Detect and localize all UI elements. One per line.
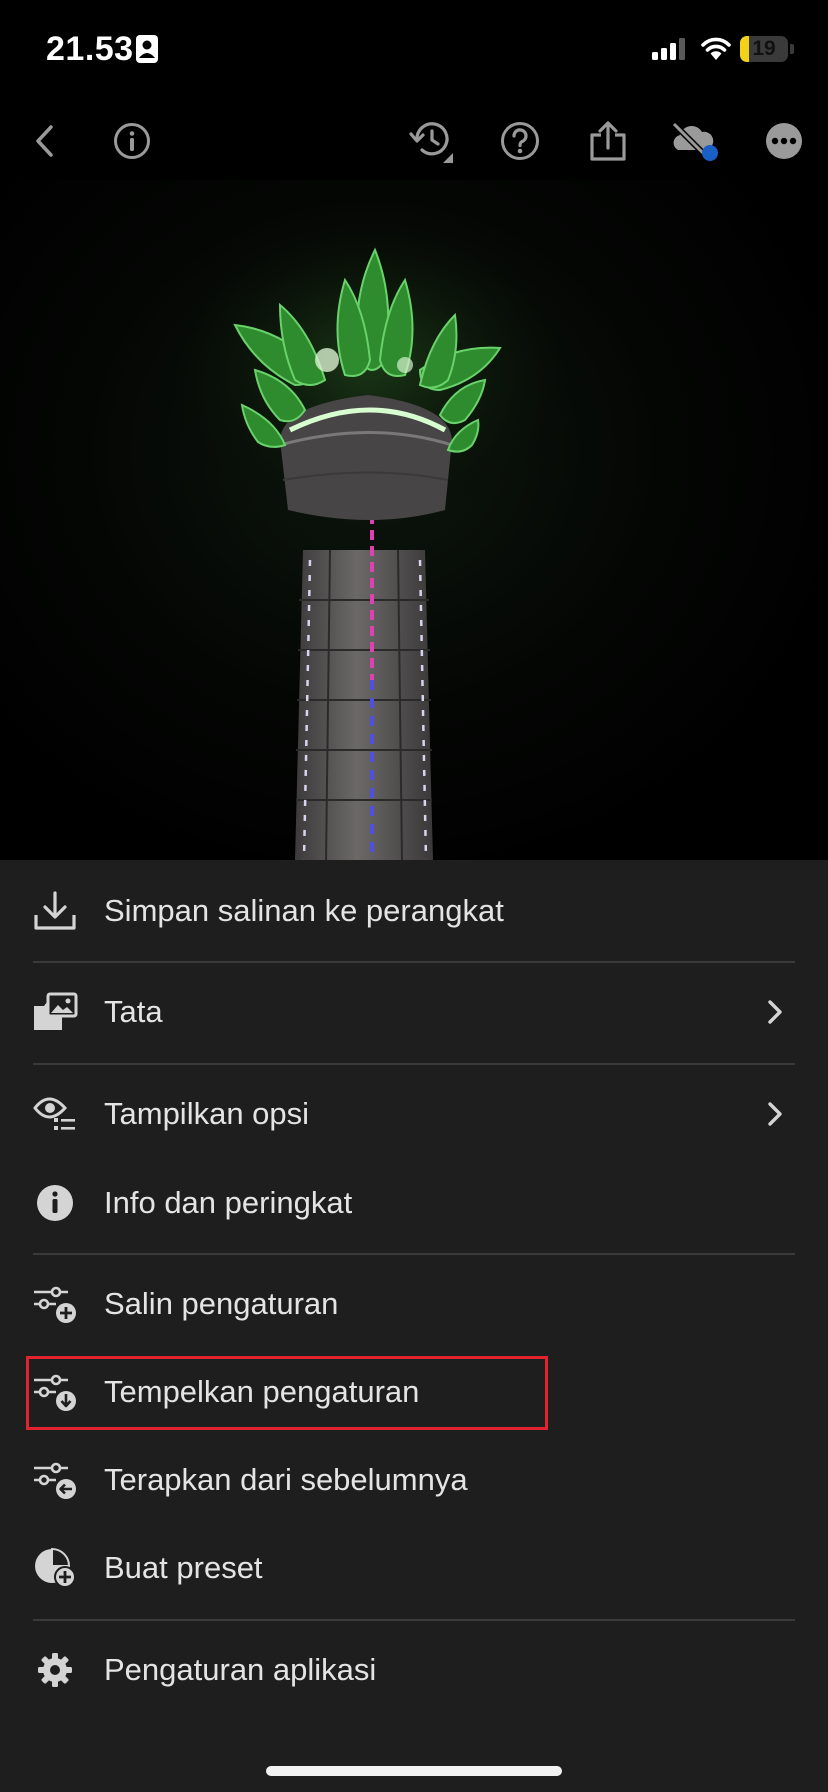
help-icon bbox=[501, 122, 539, 160]
gear-icon bbox=[38, 1653, 72, 1687]
chevron-right-icon bbox=[768, 1000, 782, 1024]
menu-divider bbox=[33, 1253, 795, 1255]
tower-photo bbox=[140, 190, 600, 860]
menu-label: Terapkan dari sebelumnya bbox=[104, 1462, 468, 1497]
menu-item-organize[interactable]: Tata bbox=[0, 968, 828, 1056]
menu-label: Salin pengaturan bbox=[104, 1286, 339, 1321]
menu-divider bbox=[33, 1619, 795, 1621]
battery-indicator: 19 bbox=[740, 36, 788, 62]
back-icon bbox=[36, 125, 53, 157]
photo-preview[interactable] bbox=[0, 180, 828, 860]
cellular-signal-icon bbox=[652, 38, 685, 60]
info-icon bbox=[114, 123, 150, 159]
menu-item-create-preset[interactable]: Buat preset bbox=[0, 1524, 828, 1612]
menu-label: Pengaturan aplikasi bbox=[104, 1652, 377, 1687]
share-icon bbox=[590, 121, 626, 161]
back-button[interactable] bbox=[20, 116, 70, 166]
download-icon bbox=[34, 891, 76, 930]
menu-item-app-settings[interactable]: Pengaturan aplikasi bbox=[0, 1626, 828, 1714]
menu-label: Tata bbox=[104, 994, 163, 1029]
apply-previous-icon bbox=[34, 1462, 76, 1499]
copy-settings-icon bbox=[34, 1286, 76, 1323]
status-time: 21.53 bbox=[46, 30, 134, 68]
menu-divider bbox=[33, 961, 795, 963]
battery-nub bbox=[790, 44, 794, 54]
menu-item-info-rating[interactable]: Info dan peringkat bbox=[0, 1159, 828, 1247]
create-preset-icon bbox=[35, 1547, 76, 1588]
more-icon bbox=[766, 123, 802, 159]
contact-card-icon bbox=[136, 35, 158, 63]
status-bar: 21.53 19 bbox=[0, 0, 828, 100]
help-button[interactable] bbox=[495, 116, 545, 166]
menu-item-view-options[interactable]: Tampilkan opsi bbox=[0, 1070, 828, 1158]
view-options-icon bbox=[33, 1097, 75, 1130]
info-button[interactable] bbox=[107, 116, 157, 166]
menu-item-save-copy[interactable]: Simpan salinan ke perangkat bbox=[0, 867, 828, 955]
info-circle-icon bbox=[37, 1185, 73, 1221]
share-button[interactable] bbox=[583, 116, 633, 166]
menu-label: Info dan peringkat bbox=[104, 1185, 353, 1220]
chevron-right-icon bbox=[768, 1102, 782, 1126]
home-indicator bbox=[266, 1766, 562, 1776]
history-button[interactable] bbox=[407, 116, 457, 166]
menu-label: Simpan salinan ke perangkat bbox=[104, 893, 504, 928]
history-icon bbox=[409, 122, 453, 163]
highlight-box bbox=[26, 1356, 548, 1430]
menu-label: Tampilkan opsi bbox=[104, 1096, 310, 1131]
menu-item-apply-previous[interactable]: Terapkan dari sebelumnya bbox=[0, 1436, 828, 1524]
menu-divider bbox=[33, 1063, 795, 1065]
organize-icon bbox=[34, 992, 78, 1030]
battery-percent: 19 bbox=[752, 37, 776, 60]
menu-item-copy-settings[interactable]: Salin pengaturan bbox=[0, 1260, 828, 1348]
menu-label: Buat preset bbox=[104, 1550, 263, 1585]
top-toolbar bbox=[0, 100, 828, 180]
wifi-icon bbox=[701, 37, 731, 60]
more-button[interactable] bbox=[759, 116, 809, 166]
cloud-sync-button[interactable] bbox=[668, 116, 718, 166]
cloud-sync-off-icon bbox=[671, 121, 718, 161]
